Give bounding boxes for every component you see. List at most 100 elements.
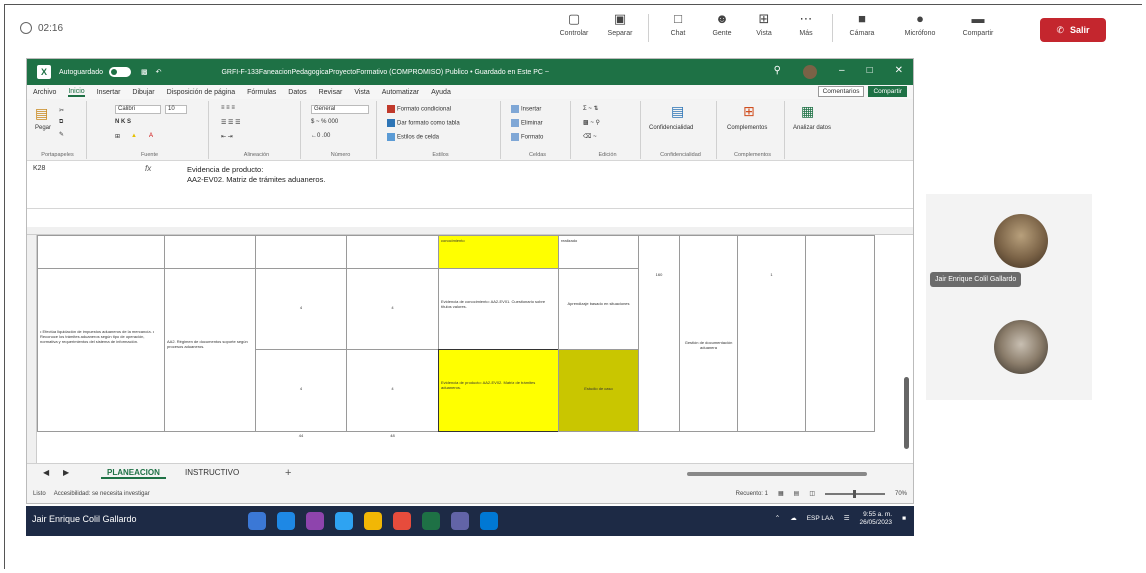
undo-icon[interactable]: ↶ — [156, 68, 162, 76]
taskbar-app-icon[interactable] — [451, 512, 469, 530]
clock[interactable]: 9:55 a. m. 26/05/2023 — [860, 511, 893, 527]
account-avatar[interactable] — [803, 65, 817, 79]
horizontal-scrollbar[interactable] — [687, 472, 867, 476]
cell[interactable] — [164, 235, 256, 269]
cell-top-right[interactable]: realizado — [558, 235, 639, 269]
microphone-button[interactable]: ● Micrófono — [900, 12, 940, 38]
prev-sheet-icon[interactable]: ◀ — [37, 468, 55, 477]
cell-product-technique[interactable]: Estudio de caso — [558, 349, 639, 432]
indent-icon[interactable]: ⇤ ⇥ — [221, 133, 233, 142]
page-break-icon[interactable]: ◫ — [809, 490, 815, 497]
clear-icon[interactable]: ⌫ ~ — [583, 133, 597, 142]
decimal-icon[interactable]: ←0 .00 — [311, 133, 330, 142]
format-cells-button[interactable]: Formato — [511, 133, 543, 142]
copy-icon[interactable]: ⧉ — [59, 119, 63, 128]
taskbar-app-icon[interactable] — [364, 512, 382, 530]
cell-value[interactable]: 44 — [255, 431, 347, 441]
tab-ayuda[interactable]: Ayuda — [431, 89, 451, 96]
share-button[interactable]: ▬ Compartir — [958, 12, 998, 38]
page-layout-icon[interactable]: ▤ — [794, 490, 800, 497]
chevron-up-icon[interactable]: ⌃ — [775, 515, 780, 523]
leave-button[interactable]: ✆ Salir — [1040, 18, 1106, 42]
confidentiality-label[interactable]: Confidencialidad — [649, 125, 693, 134]
format-painter-icon[interactable]: ✎ — [59, 131, 64, 140]
fill-color-icon[interactable]: ▲ — [131, 133, 137, 142]
cell-hours[interactable]: 160 — [638, 235, 680, 432]
formula-content[interactable]: Evidencia de producto: AA2-EV02. Matriz … — [187, 165, 325, 185]
more-button[interactable]: ⋯ Más — [786, 12, 826, 38]
people-button[interactable]: ☻ Gente — [702, 12, 742, 38]
wifi-icon[interactable]: ☰ — [844, 515, 850, 523]
notification-icon[interactable]: ■ — [902, 515, 906, 523]
name-box[interactable]: K28 — [33, 165, 73, 177]
accessibility-status[interactable]: Accesibilidad: se necesita investigar — [54, 491, 150, 497]
pop-out-button[interactable]: ▣ Separar — [600, 12, 640, 38]
font-size-select[interactable]: 10 — [165, 105, 187, 114]
cell-competency-results[interactable]: • Efectúa liquidación de impuestos aduan… — [37, 268, 165, 432]
addins-label[interactable]: Complementos — [727, 125, 767, 134]
fx-icon[interactable]: fx — [145, 164, 151, 173]
control-button[interactable]: ▢ Controlar — [554, 12, 594, 38]
tab-formulas[interactable]: Fórmulas — [247, 89, 276, 96]
search-icon[interactable] — [277, 512, 295, 530]
add-sheet-icon[interactable]: + — [285, 467, 291, 479]
next-sheet-icon[interactable]: ▶ — [57, 468, 75, 477]
number-format-select[interactable]: General — [311, 105, 369, 114]
participant-tile[interactable]: Jair Enrique Colil Gallardo — [926, 194, 1092, 302]
search-icon[interactable]: ⚲ — [774, 65, 781, 79]
language-indicator[interactable]: ESP LAA — [807, 515, 834, 523]
sheet-tab-instructivo[interactable]: INSTRUCTIVO — [179, 468, 245, 477]
taskbar-app-icon[interactable] — [422, 512, 440, 530]
cell-learning-activity[interactable]: AA2. Régimen de documentos soporte según… — [164, 268, 256, 432]
participant-tile[interactable] — [926, 296, 1092, 400]
vertical-scrollbar[interactable] — [904, 377, 909, 449]
cell-knowledge-top[interactable]: conocimiento — [438, 235, 559, 269]
taskbar-app-icon[interactable] — [335, 512, 353, 530]
analyze-label[interactable]: Analizar datos — [793, 125, 831, 134]
delete-cells-button[interactable]: Eliminar — [511, 119, 543, 128]
borders-icon[interactable]: ⊞ — [115, 133, 120, 142]
cut-icon[interactable]: ✂ — [59, 107, 64, 116]
tab-automatizar[interactable]: Automatizar — [382, 89, 419, 96]
cell[interactable] — [37, 235, 165, 269]
cell-value[interactable]: 4 — [255, 268, 347, 350]
cell-styles-button[interactable]: Estilos de celda — [387, 133, 439, 142]
conditional-format-button[interactable]: Formato condicional — [387, 105, 451, 114]
cell-value[interactable]: 4 — [346, 268, 439, 350]
taskbar-app-icon[interactable] — [480, 512, 498, 530]
cell-knowledge-technique[interactable]: Aprendizaje basado en situaciones — [558, 268, 639, 350]
tab-revisar[interactable]: Revisar — [319, 89, 343, 96]
cell-value[interactable]: 1 — [737, 235, 806, 432]
normal-view-icon[interactable]: ▦ — [778, 490, 784, 497]
cell[interactable] — [805, 235, 875, 432]
start-icon[interactable] — [248, 512, 266, 530]
weather-icon[interactable]: ☁ — [790, 515, 797, 523]
addins-icon[interactable]: ⊞ — [743, 103, 755, 121]
view-button[interactable]: ⊞ Vista — [744, 12, 784, 38]
cell[interactable] — [346, 235, 439, 269]
minimize-icon[interactable]: – — [839, 65, 845, 79]
tab-disposicion[interactable]: Disposición de página — [167, 89, 236, 96]
tab-insertar[interactable]: Insertar — [97, 89, 121, 96]
tab-datos[interactable]: Datos — [288, 89, 306, 96]
worksheet-grid[interactable]: conocimiento realizado • Efectúa liquida… — [27, 227, 913, 463]
tab-vista[interactable]: Vista — [354, 89, 369, 96]
taskbar-app-icon[interactable] — [306, 512, 324, 530]
save-icon[interactable]: ▩ — [141, 68, 148, 76]
currency-icon[interactable]: $ ~ % 000 — [311, 119, 338, 128]
taskbar-app-icon[interactable] — [393, 512, 411, 530]
camera-button[interactable]: ■ Cámara — [842, 12, 882, 38]
comments-button[interactable]: Comentarios — [817, 86, 865, 97]
cell-value[interactable]: 4 — [346, 349, 439, 432]
analyze-icon[interactable]: ▦ — [801, 103, 814, 121]
tab-archivo[interactable]: Archivo — [33, 89, 56, 96]
table-format-button[interactable]: Dar formato como tabla — [387, 119, 460, 128]
maximize-icon[interactable]: □ — [867, 65, 873, 79]
sheet-tab-planeacion[interactable]: PLANEACION — [101, 468, 166, 479]
bold-icon[interactable]: N K S — [115, 119, 131, 128]
tab-inicio[interactable]: Inicio — [68, 88, 85, 97]
cell-knowledge-evidence[interactable]: Evidencia de conocimiento: AA2-EV01. Cue… — [438, 268, 559, 350]
autosave-toggle[interactable] — [108, 67, 131, 77]
zoom-slider[interactable] — [824, 489, 885, 498]
close-icon[interactable]: ✕ — [895, 65, 903, 79]
